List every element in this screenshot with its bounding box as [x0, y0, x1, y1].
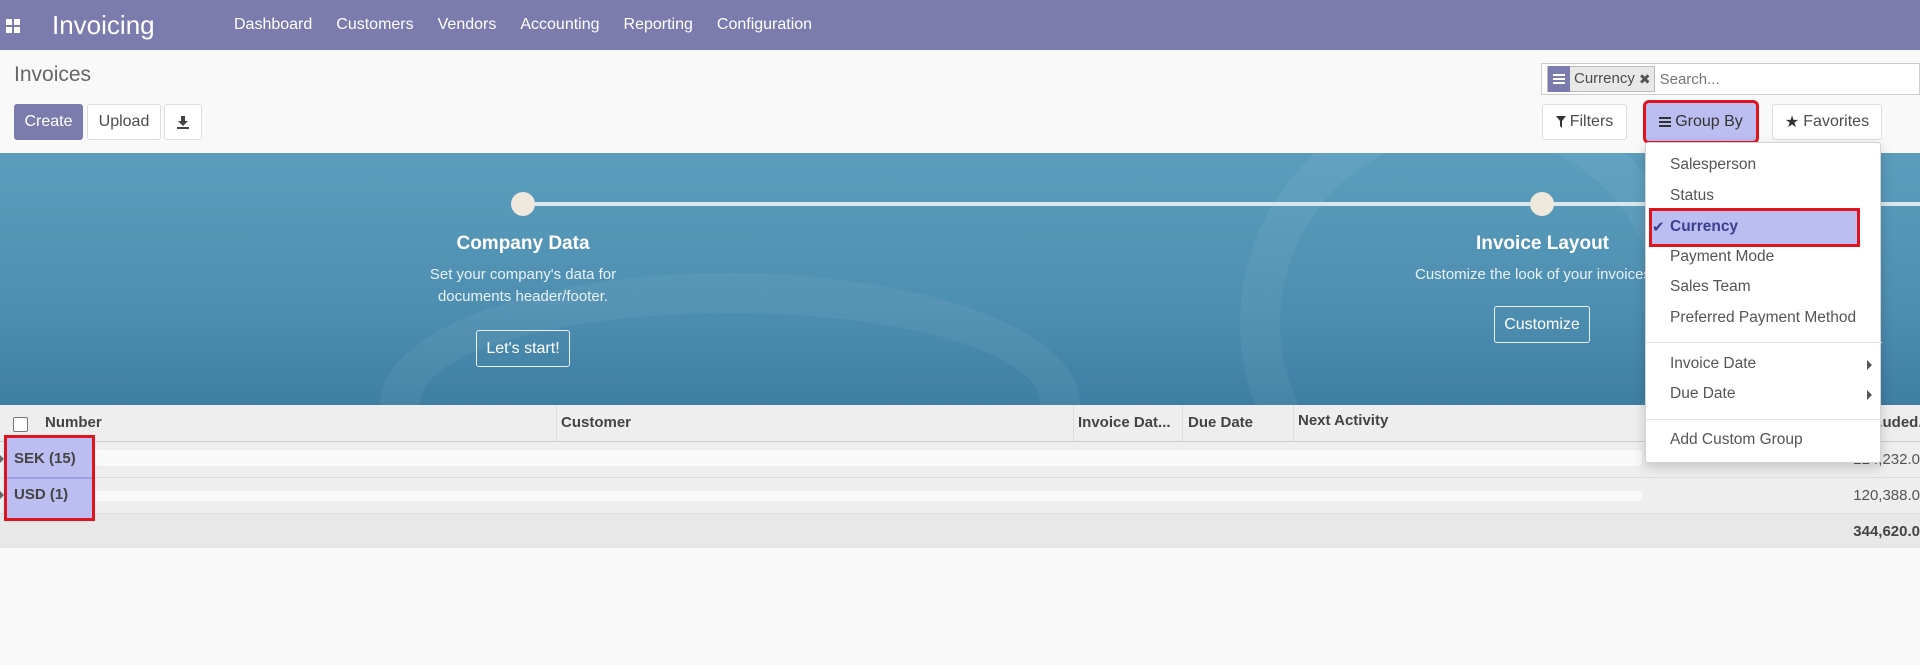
filters-label: Filters — [1569, 113, 1614, 130]
group-by-icon — [1659, 117, 1672, 127]
search-facet: Currency ✖ — [1547, 66, 1655, 92]
table-header: Number Customer Invoice Dat... Due Date … — [0, 405, 1920, 442]
submenu-arrow-icon — [1867, 360, 1872, 370]
menu-accounting[interactable]: Accounting — [508, 0, 611, 50]
menu-reporting[interactable]: Reporting — [612, 0, 705, 50]
col-invoice-date[interactable]: Invoice Dat... — [1078, 414, 1171, 431]
group-option-invoice-date[interactable]: Invoice Date — [1670, 355, 1756, 373]
group-option-due-date[interactable]: Due Date — [1670, 385, 1735, 403]
step-layout-title: Invoice Layout — [1475, 233, 1610, 254]
group-labels-highlight: SEK (15) USD (1) — [4, 435, 95, 521]
group-option-salesperson[interactable]: Salesperson — [1670, 156, 1756, 174]
top-navbar: Invoicing Dashboard Customers Vendors Ac… — [0, 0, 1920, 50]
facet-label: Currency — [1574, 70, 1635, 87]
group-by-button[interactable]: Group By — [1643, 100, 1759, 144]
lets-start-button[interactable]: Let's start! — [476, 330, 570, 367]
page-title: Invoices — [14, 63, 92, 86]
group-label-usd[interactable]: USD (1) — [14, 486, 68, 503]
add-custom-group[interactable]: Add Custom Group — [1670, 431, 1803, 449]
download-button[interactable] — [164, 104, 202, 140]
search-input[interactable] — [1659, 70, 1860, 88]
col-number[interactable]: Number — [45, 414, 102, 431]
group-option-currency[interactable]: Currency — [1670, 218, 1738, 236]
group-option-preferred-payment[interactable]: Preferred Payment Method — [1670, 309, 1856, 327]
favorites-label: Favorites — [1803, 113, 1870, 130]
menu-customers[interactable]: Customers — [324, 0, 425, 50]
step-layout-desc: Customize the look of your invoices. — [1415, 266, 1645, 283]
menu-configuration[interactable]: Configuration — [705, 0, 824, 50]
group-option-sales-team[interactable]: Sales Team — [1670, 278, 1751, 296]
group-row-sek[interactable]: 224,232.0 — [0, 442, 1920, 478]
group-option-payment-mode[interactable]: Payment Mode — [1670, 248, 1774, 266]
group-amount: 120,388.0 — [1853, 487, 1920, 504]
group-by-label: Group By — [1675, 113, 1743, 130]
upload-button[interactable]: Upload — [87, 104, 161, 140]
col-next-activity[interactable]: Next Activity — [1298, 412, 1388, 429]
menu-dashboard[interactable]: Dashboard — [222, 0, 324, 50]
submenu-arrow-icon — [1867, 390, 1872, 400]
facet-remove-icon[interactable]: ✖ — [1639, 71, 1654, 88]
table-total-row: 344,620.0 — [0, 514, 1920, 548]
apps-grid-icon[interactable] — [2, 12, 28, 38]
star-icon: ★ — [1784, 114, 1800, 131]
check-icon: ✔ — [1652, 219, 1665, 236]
filters-button[interactable]: Filters — [1542, 104, 1627, 140]
group-option-status[interactable]: Status — [1670, 187, 1714, 205]
app-title[interactable]: Invoicing — [52, 10, 222, 41]
create-button[interactable]: Create — [14, 104, 83, 140]
step-company-title: Company Data — [456, 233, 590, 254]
group-by-dropdown: Salesperson Status ✔ Currency Payment Mo… — [1645, 142, 1882, 463]
step-company-desc-1: Set your company's data for — [429, 266, 617, 283]
group-row-usd[interactable]: 120,388.0 — [0, 478, 1920, 514]
group-label-sek[interactable]: SEK (15) — [14, 450, 76, 467]
filter-icon — [1555, 116, 1566, 128]
select-all-checkbox[interactable] — [13, 417, 28, 432]
col-due-date[interactable]: Due Date — [1188, 414, 1253, 431]
search-bar[interactable]: Currency ✖ — [1541, 63, 1920, 95]
menu-vendors[interactable]: Vendors — [426, 0, 509, 50]
main-menu: Dashboard Customers Vendors Accounting R… — [222, 0, 824, 50]
onboarding-banner: Company Data Set your company's data for… — [0, 153, 1920, 405]
customize-button[interactable]: Customize — [1494, 306, 1590, 343]
download-icon — [177, 116, 189, 129]
step-company-desc-2: documents header/footer. — [437, 288, 609, 305]
col-customer[interactable]: Customer — [561, 414, 631, 431]
group-by-facet-icon — [1548, 66, 1570, 92]
total-amount: 344,620.0 — [1853, 523, 1920, 540]
step-dot-layout — [1530, 192, 1554, 216]
favorites-button[interactable]: ★ Favorites — [1772, 104, 1882, 140]
step-dot-company — [511, 192, 535, 216]
